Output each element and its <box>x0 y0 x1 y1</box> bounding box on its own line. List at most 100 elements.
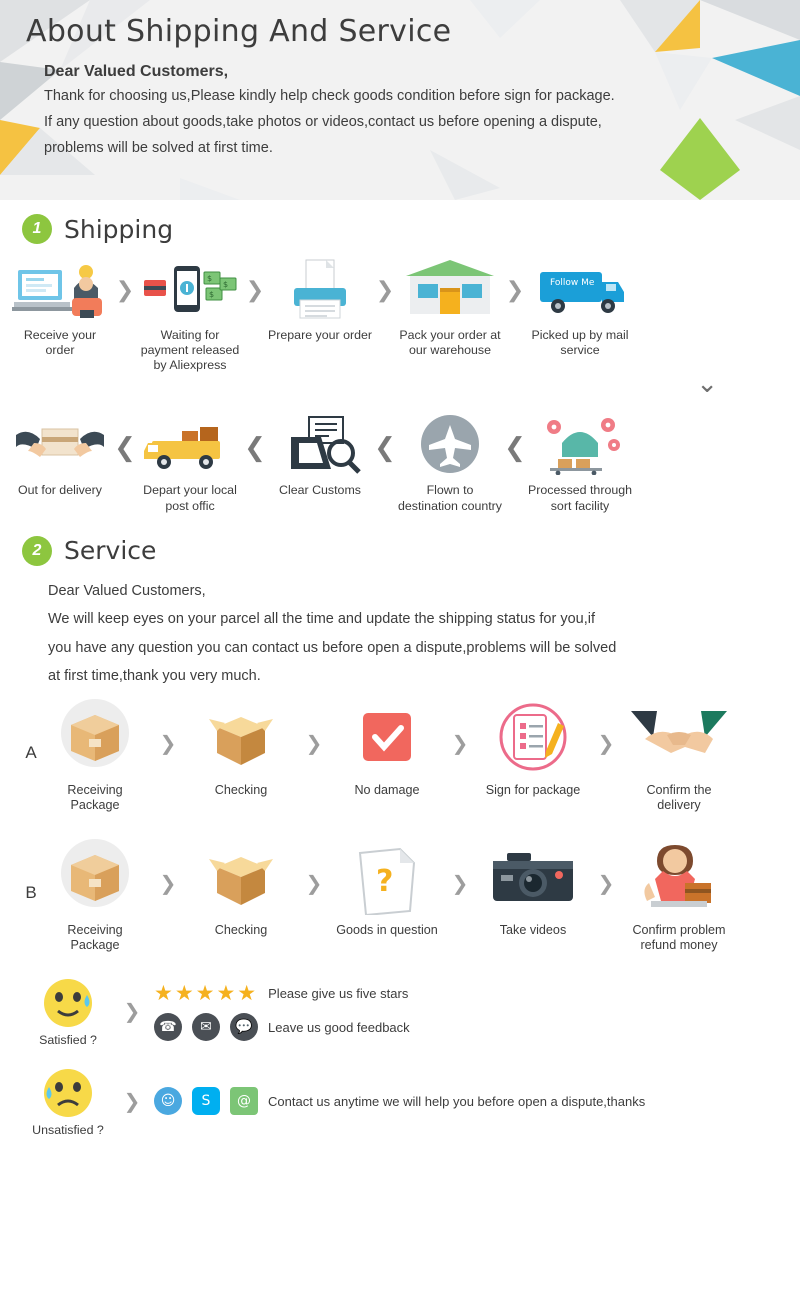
unsatisfied-contact-line: ☺ S @ Contact us anytime we will help yo… <box>154 1087 646 1116</box>
svg-text:$: $ <box>209 290 214 299</box>
unsatisfied-contact-text: Contact us anytime we will help you befo… <box>268 1093 646 1109</box>
service-step-checking-b: Checking <box>188 839 294 938</box>
question-document-icon: ? <box>335 839 439 916</box>
service-step-receiving-package-b: Receiving Package <box>42 839 148 953</box>
flow-arrow-icon: ❯ <box>123 1089 141 1114</box>
step-caption: Processed through sort facility <box>528 483 633 513</box>
flow-arrow-icon: ❯ <box>159 730 177 755</box>
unsatisfied-caption: Unsatisfied ? <box>32 1123 104 1138</box>
service-step-checking-a: Checking <box>188 699 294 798</box>
shipping-step-flown-destination: Flown to destination country <box>398 413 502 513</box>
service-paragraph-1: Dear Valued Customers, <box>48 582 206 599</box>
desk-computer-icon <box>10 258 110 320</box>
shipping-step-pack-warehouse: Pack your order at our warehouse <box>398 258 502 358</box>
service-paragraph-4: at first time,thank you very much. <box>48 668 261 685</box>
shipping-badge: 1 <box>22 214 52 244</box>
package-hands-icon <box>10 413 110 475</box>
step-caption: Take videos <box>499 923 567 938</box>
parcel-box-icon <box>43 839 147 915</box>
step-caption: Picked up by mail service <box>531 328 629 358</box>
shipping-title: Shipping <box>64 214 174 244</box>
shipping-step-waiting-payment: $ $ $ Waiting for payment released by Al… <box>138 258 242 373</box>
flow-arrow-left-icon: ❮ <box>244 433 266 464</box>
row-a-letter: A <box>25 742 37 762</box>
email-icon[interactable]: @ <box>230 1087 258 1116</box>
step-caption: Goods in question <box>336 923 438 938</box>
step-caption: Waiting for payment released by Aliexpre… <box>140 328 240 373</box>
flow-arrow-icon: ❯ <box>123 999 141 1024</box>
step-caption: Sign for package <box>485 782 581 797</box>
service-step-no-damage: No damage <box>334 699 440 798</box>
service-row-a: A Receiving Package ❯ Checking ❯ No dama… <box>0 698 800 813</box>
shipping-flow-row-1: Receive your order ❯ $ $ $ Waiting for p… <box>0 258 800 373</box>
step-caption: Confirm the delivery <box>646 782 712 812</box>
flow-turn-arrow-icon: ⌄ <box>696 369 718 400</box>
page-title: About Shipping And Service <box>26 14 452 49</box>
step-caption: Flown to destination country <box>398 483 503 513</box>
header-greeting: Dear Valued Customers, <box>44 63 229 80</box>
svg-text:$: $ <box>207 274 212 283</box>
satisfied-caption: Satisfied ? <box>39 1033 97 1048</box>
phone-icon[interactable]: ☎ <box>154 1013 182 1042</box>
delivery-truck-blue-icon: Follow Me <box>530 258 630 320</box>
feedback-row-satisfied: Satisfied ? ❯ ★★★★★ Please give us five … <box>0 975 800 1047</box>
feedback-contact-text: Leave us good feedback <box>268 1019 410 1035</box>
service-step-take-videos: Take videos <box>480 839 586 938</box>
flow-arrow-icon: ❯ <box>305 871 323 896</box>
feedback-stars-line: ★★★★★ Please give us five stars <box>154 981 410 1005</box>
flow-arrow-left-icon: ❮ <box>374 433 396 464</box>
section-shipping-heading: 1 Shipping <box>22 214 800 244</box>
service-paragraph-3: you have any question you can contact us… <box>48 639 617 656</box>
open-box-icon <box>189 839 293 915</box>
flow-arrow-icon: ❯ <box>505 278 525 303</box>
shipping-step-depart-post-office: Depart your local post offic <box>138 413 242 513</box>
shipping-step-out-for-delivery: Out for delivery <box>8 413 112 498</box>
service-step-confirm-delivery: Confirm the delivery <box>626 699 732 813</box>
flow-arrow-icon: ❯ <box>375 278 395 303</box>
shipping-flow-row-2: Out for delivery ❮ Depart your local pos… <box>0 413 800 513</box>
airplane-icon <box>400 413 500 475</box>
flow-arrow-icon: ❯ <box>159 871 177 896</box>
flow-arrow-left-icon: ❮ <box>114 433 136 464</box>
header-line-2: If any question about goods,take photos … <box>44 113 602 130</box>
skype-icon[interactable]: S <box>192 1087 220 1116</box>
mail-icon[interactable]: ✉ <box>192 1013 220 1042</box>
shipping-step-clear-customs: Clear Customs <box>268 413 372 498</box>
feedback-stars-text: Please give us five stars <box>268 985 409 1001</box>
flow-arrow-icon: ❯ <box>245 278 265 303</box>
step-caption: No damage <box>354 782 420 797</box>
checkmark-square-icon <box>335 699 439 775</box>
customer-service-agent-icon <box>627 839 731 915</box>
step-caption: Confirm problem refund money <box>632 923 726 953</box>
flow-arrow-icon: ❯ <box>305 730 323 755</box>
step-caption: Checking <box>214 923 268 938</box>
messenger-icon[interactable]: ☺ <box>154 1087 182 1116</box>
svg-text:$: $ <box>223 280 228 289</box>
shipping-step-picked-up: Follow Me Picked up by mail service <box>528 258 632 358</box>
step-caption: Out for delivery <box>17 483 102 498</box>
row-b-letter: B <box>25 883 37 903</box>
svg-text:?: ? <box>376 864 393 899</box>
flow-arrow-left-icon: ❮ <box>504 433 526 464</box>
clipboard-pen-icon <box>481 699 585 775</box>
section-service-heading: 2 Service <box>22 535 800 566</box>
step-caption: Prepare your order <box>268 328 372 342</box>
chat-icon[interactable]: 💬 <box>230 1013 258 1042</box>
service-title: Service <box>64 536 157 566</box>
warehouse-icon <box>400 258 500 320</box>
customs-documents-icon <box>270 413 370 475</box>
step-caption: Receiving Package <box>67 782 123 812</box>
service-badge: 2 <box>22 535 52 566</box>
flow-arrow-icon: ❯ <box>451 730 469 755</box>
svg-text:Follow Me: Follow Me <box>550 278 595 288</box>
page-header: About Shipping And Service Dear Valued C… <box>0 0 800 200</box>
flow-arrow-icon: ❯ <box>597 730 615 755</box>
flow-arrow-icon: ❯ <box>115 278 135 303</box>
satisfied-face-icon <box>44 979 92 1028</box>
unsatisfied-face-icon <box>44 1069 92 1118</box>
feedback-contact-line: ☎ ✉ 💬 Leave us good feedback <box>154 1013 410 1042</box>
printer-icon <box>270 258 370 320</box>
step-caption: Receiving Package <box>67 923 123 953</box>
mobile-payment-icon: $ $ $ <box>140 258 240 320</box>
service-row-b: B Receiving Package ❯ Checking ❯ ? Goods… <box>0 839 800 953</box>
